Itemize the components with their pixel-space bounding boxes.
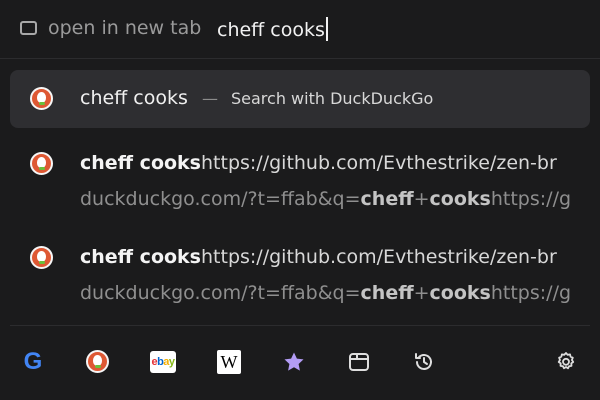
result-url-term: cooks xyxy=(429,282,491,304)
result-url-plus: + xyxy=(413,188,430,210)
result-url-end: https://g xyxy=(490,282,572,304)
history-icon xyxy=(415,353,432,370)
result-url-end: https://g xyxy=(490,188,572,210)
tabs-button[interactable] xyxy=(345,348,373,376)
settings-icon xyxy=(557,352,575,370)
suggestion-search-row[interactable]: cheff cooks — Search with DuckDuckGo xyxy=(10,70,590,128)
divider xyxy=(10,325,590,326)
tabs-icon xyxy=(349,353,369,371)
result-url-term: cheff xyxy=(360,188,414,210)
result-url-plus: + xyxy=(413,282,430,304)
search-engine-bar: G ebay W xyxy=(0,340,600,384)
duckduckgo-icon xyxy=(30,152,53,175)
suggestion-result-row[interactable]: cheff cookshttps://github.com/Evthestrik… xyxy=(0,246,600,330)
url-bar[interactable]: open in new tab cheff cooks xyxy=(0,0,600,58)
result-url: duckduckgo.com/?t=ffab&q=cheff+cookshttp… xyxy=(80,188,571,210)
suggestion-action: Search with DuckDuckGo xyxy=(231,89,434,108)
url-input-text: cheff cooks xyxy=(217,19,325,41)
google-icon[interactable]: G xyxy=(19,348,47,376)
settings-button[interactable] xyxy=(552,348,580,376)
wikipedia-icon: W xyxy=(217,350,241,374)
result-title: cheff cookshttps://github.com/Evthestrik… xyxy=(80,246,557,268)
ebay-engine-button[interactable]: ebay xyxy=(149,348,177,376)
bookmarks-button[interactable] xyxy=(280,348,308,376)
result-url-term: cooks xyxy=(429,188,491,210)
bookmarks-icon xyxy=(284,352,304,371)
result-title: cheff cookshttps://github.com/Evthestrik… xyxy=(80,152,557,174)
result-title-url: https://github.com/Evthestrike/zen-br xyxy=(201,246,557,268)
suggestion-title: cheff cooks xyxy=(80,87,188,109)
suggestion-separator: — xyxy=(202,89,218,108)
ebay-icon: ebay xyxy=(150,351,176,373)
result-title-query: cheff cooks xyxy=(80,246,201,268)
history-button[interactable] xyxy=(410,348,438,376)
ebay-letter: y xyxy=(168,356,175,368)
url-input[interactable]: cheff cooks xyxy=(217,17,328,41)
wikipedia-engine-button[interactable]: W xyxy=(215,348,243,376)
duckduckgo-icon xyxy=(86,350,109,373)
result-url-start: duckduckgo.com/?t=ffab&q= xyxy=(80,188,361,210)
open-in-new-tab-label: open in new tab xyxy=(48,17,202,39)
result-title-url: https://github.com/Evthestrike/zen-br xyxy=(201,152,557,174)
wikipedia-letter: W xyxy=(220,351,238,372)
duckduckgo-engine-button[interactable] xyxy=(84,348,112,376)
text-caret xyxy=(325,17,328,41)
result-title-query: cheff cooks xyxy=(80,152,201,174)
result-url-term: cheff xyxy=(360,282,414,304)
duckduckgo-icon xyxy=(30,246,53,269)
new-tab-icon xyxy=(20,21,37,35)
duckduckgo-icon xyxy=(30,87,53,110)
result-url-start: duckduckgo.com/?t=ffab&q= xyxy=(80,282,361,304)
result-url: duckduckgo.com/?t=ffab&q=cheff+cookshttp… xyxy=(80,282,571,304)
divider xyxy=(0,58,600,59)
suggestion-result-row[interactable]: cheff cookshttps://github.com/Evthestrik… xyxy=(0,152,600,236)
google-letter: G xyxy=(23,348,43,375)
